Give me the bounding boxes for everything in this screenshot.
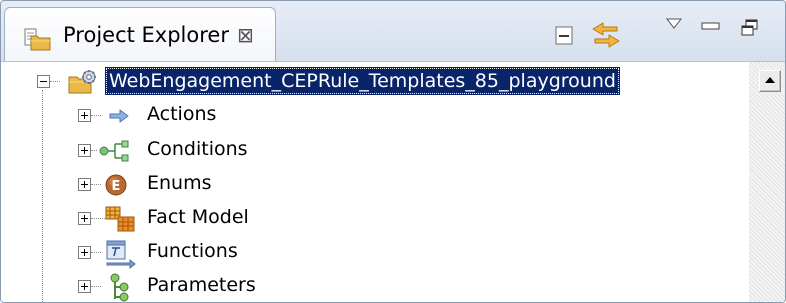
- expand-expander[interactable]: [78, 144, 91, 157]
- tree-item-label: Actions: [147, 103, 217, 125]
- view-title-bar: Project Explorer ⊠: [1, 1, 785, 62]
- maximize-icon[interactable]: [739, 17, 761, 39]
- expand-expander[interactable]: [78, 280, 91, 293]
- tree-root-project[interactable]: WebEngagement_CEPRule_Templates_85_playg…: [1, 67, 741, 98]
- tree-item-label: Fact Model: [147, 206, 249, 228]
- tree-connector: [91, 286, 101, 287]
- tree-item-enums[interactable]: E Enums: [1, 171, 741, 201]
- conditions-icon: [99, 140, 129, 162]
- collapse-all-button[interactable]: [553, 24, 577, 48]
- tree-item-label: Parameters: [147, 274, 256, 296]
- tree-root-label[interactable]: WebEngagement_CEPRule_Templates_85_playg…: [105, 67, 620, 95]
- project-tree: WebEngagement_CEPRule_Templates_85_playg…: [1, 62, 749, 302]
- expand-expander[interactable]: [78, 178, 91, 191]
- tree-connector: [50, 81, 60, 82]
- parameters-icon: [110, 273, 129, 302]
- arrow-right-icon: [109, 109, 129, 123]
- close-icon[interactable]: ⊠: [237, 23, 254, 47]
- fact-model-icon: [105, 206, 135, 232]
- project-explorer-view: Project Explorer ⊠ WebEngagement_CEPRule…: [0, 0, 786, 303]
- functions-icon: [106, 240, 136, 269]
- svg-text:E: E: [112, 179, 121, 194]
- tree-item-label: Conditions: [147, 138, 248, 160]
- tree-item-fact-model[interactable]: Fact Model: [1, 205, 741, 235]
- tree-connector: [91, 115, 101, 116]
- tree-connector: [91, 252, 101, 253]
- expand-expander[interactable]: [78, 109, 91, 122]
- project-explorer-folder-icon: [24, 28, 51, 51]
- tree-connector: [91, 218, 105, 219]
- tree-item-parameters[interactable]: Parameters: [1, 273, 741, 302]
- collapse-expander[interactable]: [37, 75, 50, 88]
- tab-project-explorer[interactable]: Project Explorer ⊠: [4, 7, 276, 61]
- project-folder-icon: [68, 70, 96, 94]
- expand-expander[interactable]: [78, 212, 91, 225]
- tree-item-functions[interactable]: Functions: [1, 239, 741, 269]
- tree-connector: [91, 184, 101, 185]
- expand-expander[interactable]: [78, 246, 91, 259]
- minimize-icon[interactable]: [701, 21, 721, 31]
- tree-item-conditions[interactable]: Conditions: [1, 137, 741, 167]
- vertical-scrollbar[interactable]: [749, 62, 785, 302]
- enum-e-icon: E: [105, 174, 127, 196]
- triangle-down-icon[interactable]: [665, 17, 683, 31]
- tree-item-actions[interactable]: Actions: [1, 102, 741, 132]
- tree-item-label: Functions: [147, 240, 238, 262]
- scroll-up-button[interactable]: [759, 70, 781, 92]
- link-with-editor-button[interactable]: [589, 19, 623, 51]
- tree-item-label: Enums: [147, 172, 212, 194]
- tab-title: Project Explorer: [63, 23, 229, 47]
